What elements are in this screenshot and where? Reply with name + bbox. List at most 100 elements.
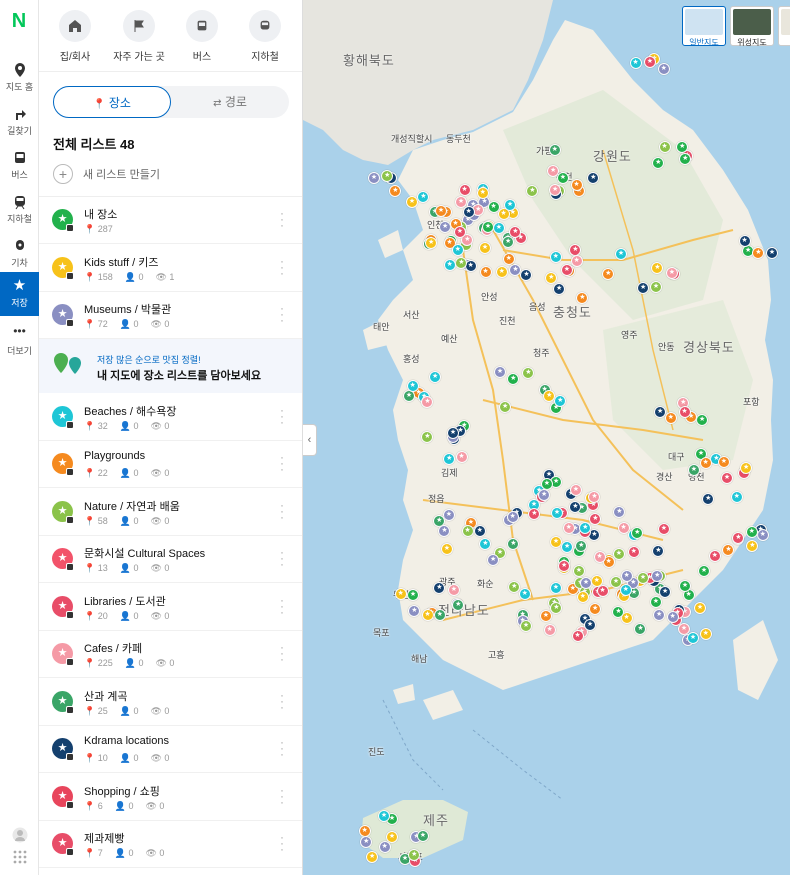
more-vertical-icon[interactable]: · · · (279, 831, 285, 855)
place-marker[interactable]: ★ (416, 829, 429, 842)
place-marker[interactable]: ★ (576, 590, 589, 603)
place-marker[interactable]: ★ (447, 583, 460, 596)
place-marker[interactable]: ★ (476, 187, 489, 200)
place-marker[interactable]: ★ (560, 263, 573, 276)
rail-subway[interactable]: 지하철 (0, 188, 39, 232)
more-vertical-icon[interactable]: · · · (279, 499, 285, 523)
place-marker[interactable]: ★ (637, 281, 650, 294)
place-marker[interactable]: ★ (602, 267, 615, 280)
map-type-normal[interactable]: 일반지도 (682, 6, 726, 47)
place-marker[interactable]: ★ (572, 565, 585, 578)
place-marker[interactable]: ★ (435, 204, 448, 217)
quick-frequent[interactable]: 자주 가는 곳 (109, 10, 169, 63)
quick-subway[interactable]: 지하철 (235, 10, 295, 63)
more-vertical-icon[interactable]: · · · (279, 207, 285, 231)
more-vertical-icon[interactable]: · · · (279, 451, 285, 475)
place-marker[interactable]: ★ (649, 595, 662, 608)
rail-map-home[interactable]: 지도 홈 (0, 56, 39, 100)
map-type-more[interactable] (778, 6, 790, 46)
more-vertical-icon[interactable]: · · · (279, 594, 285, 618)
more-vertical-icon[interactable]: · · · (279, 404, 285, 428)
tab-places[interactable]: 📍 장소 (53, 86, 171, 118)
place-marker[interactable]: ★ (473, 525, 486, 538)
place-marker[interactable]: ★ (756, 528, 769, 541)
place-marker[interactable]: ★ (687, 464, 700, 476)
place-marker[interactable]: ★ (730, 490, 743, 503)
place-marker[interactable]: ★ (451, 243, 464, 256)
place-marker[interactable]: ★ (699, 627, 712, 640)
place-marker[interactable]: ★ (408, 848, 421, 861)
place-marker[interactable]: ★ (650, 280, 663, 293)
place-marker[interactable]: ★ (590, 574, 603, 587)
rail-directions[interactable]: 길찾기 (0, 100, 39, 144)
promo-banner[interactable]: 저장 많은 순으로 맛집 정렬! 내 지도에 장소 리스트를 담아보세요 (39, 338, 302, 393)
quick-home-work[interactable]: 집/회사 (45, 10, 105, 63)
rail-more[interactable]: ••• 더보기 (0, 320, 39, 364)
more-vertical-icon[interactable]: · · · (279, 641, 285, 665)
place-marker[interactable]: ★ (745, 525, 758, 538)
place-marker[interactable]: ★ (433, 581, 446, 594)
place-marker[interactable]: ★ (643, 56, 656, 69)
place-marker[interactable]: ★ (446, 426, 459, 439)
place-marker[interactable]: ★ (657, 522, 670, 535)
place-marker[interactable]: ★ (558, 559, 571, 572)
place-marker[interactable]: ★ (679, 152, 692, 165)
place-marker[interactable]: ★ (699, 457, 712, 470)
apps-grid-icon[interactable] (0, 850, 39, 867)
place-marker[interactable]: ★ (507, 537, 520, 550)
place-marker[interactable]: ★ (455, 451, 468, 464)
place-marker[interactable]: ★ (549, 251, 562, 264)
place-marker[interactable]: ★ (494, 365, 507, 378)
place-marker[interactable]: ★ (367, 171, 380, 184)
place-marker[interactable]: ★ (554, 394, 567, 407)
place-marker[interactable]: ★ (627, 546, 640, 559)
place-marker[interactable]: ★ (462, 206, 475, 219)
place-marker[interactable]: ★ (561, 541, 574, 554)
naver-logo[interactable]: N (8, 10, 30, 32)
place-marker[interactable]: ★ (612, 548, 625, 561)
saved-list-item[interactable]: ★ 내 장소 📍 287 · · · (39, 196, 302, 244)
place-marker[interactable]: ★ (658, 141, 671, 154)
saved-list-item[interactable]: ★ 제과제빵 📍 7 👤 0 👁 0 · · · (39, 820, 302, 868)
more-vertical-icon[interactable]: · · · (279, 689, 285, 713)
place-marker[interactable]: ★ (528, 507, 541, 520)
more-vertical-icon[interactable]: · · · (279, 546, 285, 570)
place-marker[interactable]: ★ (746, 539, 759, 552)
place-marker[interactable]: ★ (548, 144, 561, 157)
saved-list-item[interactable]: ★ Playgrounds 📍 22 👤 0 👁 0 · · · (39, 440, 302, 488)
place-marker[interactable]: ★ (394, 587, 407, 600)
saved-list-item[interactable]: ★ Beaches / 해수욕장 📍 32 👤 0 👁 0 · · · (39, 393, 302, 441)
place-marker[interactable]: ★ (406, 195, 419, 208)
place-marker[interactable]: ★ (752, 246, 765, 259)
place-marker[interactable]: ★ (587, 171, 600, 184)
place-marker[interactable]: ★ (425, 236, 438, 249)
place-marker[interactable]: ★ (502, 252, 515, 265)
place-marker[interactable]: ★ (570, 254, 583, 267)
saved-list-item[interactable]: ★ Shopping / 쇼핑 📍 6 👤 0 👁 0 · · · (39, 773, 302, 821)
place-marker[interactable]: ★ (553, 282, 566, 295)
place-marker[interactable]: ★ (495, 265, 508, 278)
place-marker[interactable]: ★ (579, 576, 592, 589)
place-marker[interactable]: ★ (666, 610, 679, 623)
saved-list-item[interactable]: ★ 산과 계곡 📍 25 👤 0 👁 0 · · · (39, 678, 302, 726)
map-type-satellite[interactable]: 위성지도 (730, 6, 774, 47)
place-marker[interactable]: ★ (455, 256, 468, 269)
more-vertical-icon[interactable]: · · · (279, 736, 285, 760)
place-marker[interactable]: ★ (549, 582, 562, 595)
place-marker[interactable]: ★ (652, 156, 665, 169)
place-marker[interactable]: ★ (664, 411, 677, 424)
saved-list-item[interactable]: ★ Libraries / 도서관 📍 20 👤 0 👁 0 · · · (39, 583, 302, 631)
place-marker[interactable]: ★ (518, 588, 531, 601)
place-marker[interactable]: ★ (539, 609, 552, 622)
place-marker[interactable]: ★ (549, 183, 562, 196)
saved-list-item[interactable]: ★ Nature / 자연과 배움 📍 58 👤 0 👁 0 · · · (39, 488, 302, 536)
place-marker[interactable]: ★ (717, 456, 730, 469)
place-marker[interactable]: ★ (421, 609, 434, 622)
place-marker[interactable]: ★ (492, 221, 505, 234)
place-marker[interactable]: ★ (443, 259, 456, 272)
place-marker[interactable]: ★ (520, 619, 533, 632)
place-marker[interactable]: ★ (569, 243, 582, 256)
collapse-panel-button[interactable]: ‹ (303, 424, 317, 456)
place-marker[interactable]: ★ (440, 542, 453, 555)
place-marker[interactable]: ★ (540, 477, 553, 490)
